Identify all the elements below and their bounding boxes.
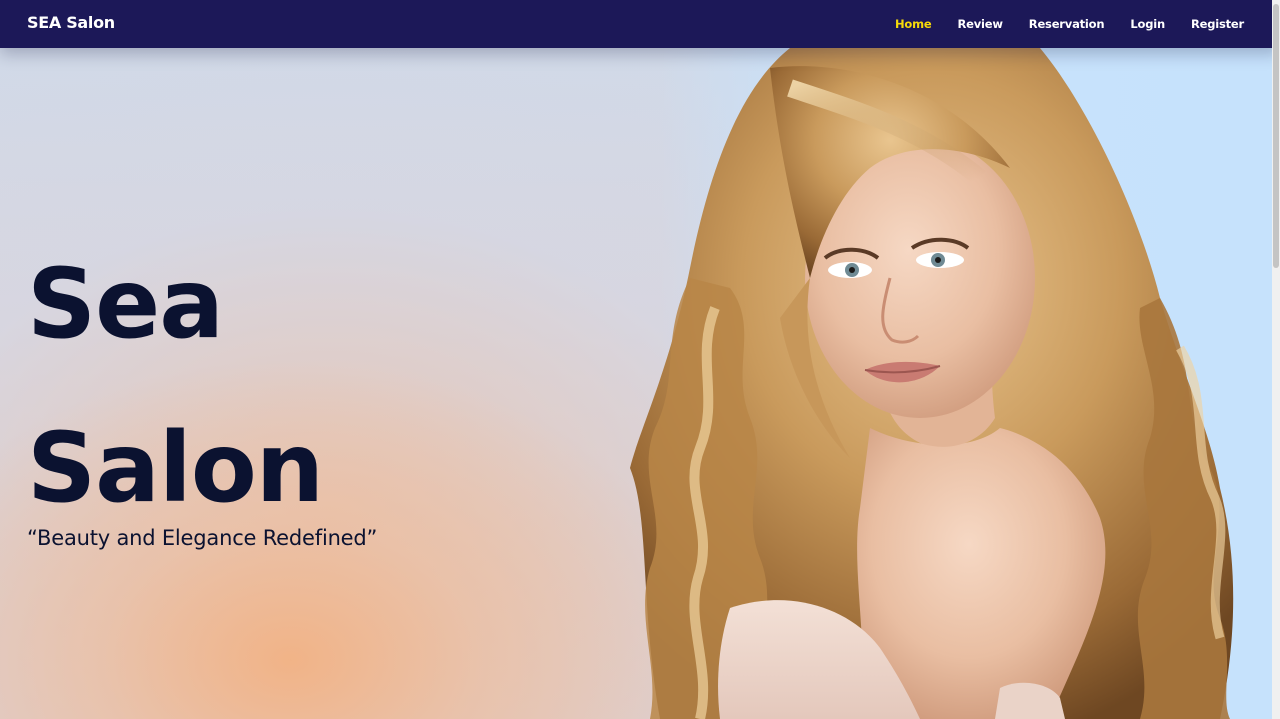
page-scrollbar[interactable]: [1272, 0, 1280, 719]
nav-link-register[interactable]: Register: [1191, 17, 1244, 31]
scrollbar-thumb[interactable]: [1273, 4, 1279, 268]
hero-tagline: “Beauty and Elegance Redefined”: [27, 526, 378, 550]
hero-title: Sea Salon: [27, 222, 324, 550]
hero-portrait-image: [630, 48, 1234, 719]
nav-links: Home Review Reservation Login Register: [869, 0, 1244, 48]
nav-link-login[interactable]: Login: [1130, 17, 1165, 31]
brand-logo-text[interactable]: SEA Salon: [27, 13, 115, 32]
landing-page: SEA Salon Home Review Reservation Login …: [0, 0, 1280, 719]
nav-link-review[interactable]: Review: [957, 17, 1003, 31]
hero-title-line-1: Sea: [27, 248, 224, 360]
nav-link-home[interactable]: Home: [895, 17, 932, 31]
nav-link-reservation[interactable]: Reservation: [1029, 17, 1105, 31]
top-navbar: SEA Salon Home Review Reservation Login …: [0, 0, 1280, 48]
